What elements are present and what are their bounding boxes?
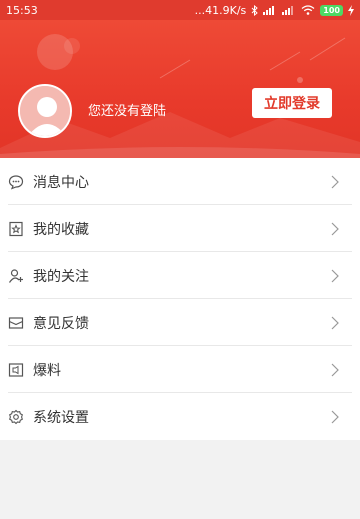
menu-item-settings[interactable]: 系统设置 — [0, 393, 360, 440]
feedback-mail-icon — [8, 315, 24, 331]
bookmark-icon — [8, 221, 24, 237]
menu-item-feedback[interactable]: 意见反馈 — [0, 299, 360, 346]
login-button[interactable]: 立即登录 — [252, 88, 332, 118]
chevron-right-icon — [331, 316, 339, 329]
menu-item-label: 爆料 — [33, 362, 61, 379]
status-icons: ...41.9K/s 100 — [195, 4, 354, 17]
menu-item-label: 消息中心 — [33, 174, 89, 191]
status-bar: 15:53 ...41.9K/s 100 — [0, 0, 360, 20]
profile-header: 您还没有登陆 立即登录 — [0, 20, 360, 158]
chevron-right-icon — [331, 222, 339, 235]
follow-user-icon — [8, 268, 24, 284]
chevron-right-icon — [331, 410, 339, 423]
battery-icon: 100 — [320, 4, 343, 16]
chevron-right-icon — [331, 363, 339, 376]
menu-item-label: 我的收藏 — [33, 221, 89, 238]
menu-item-report[interactable]: 爆料 — [0, 346, 360, 393]
menu-item-following[interactable]: 我的关注 — [0, 252, 360, 299]
menu-item-favorites[interactable]: 我的收藏 — [0, 205, 360, 252]
wifi-icon — [301, 5, 315, 15]
status-time: 15:53 — [6, 3, 38, 17]
bluetooth-icon — [251, 4, 259, 16]
menu-item-label: 系统设置 — [33, 409, 89, 426]
login-hint-text[interactable]: 您还没有登陆 — [88, 100, 166, 119]
menu-item-label: 意见反馈 — [33, 315, 89, 332]
message-icon — [8, 174, 24, 190]
charging-icon — [348, 4, 354, 16]
chevron-right-icon — [331, 269, 339, 282]
network-speed: ...41.9K/s — [194, 3, 247, 17]
settings-gear-icon — [8, 409, 24, 425]
signal-icon-2 — [282, 6, 294, 15]
report-icon — [8, 362, 24, 378]
menu-item-label: 我的关注 — [33, 268, 89, 285]
menu-list: 消息中心 我的收藏 我的关注 意见反馈 爆料 系统设置 — [0, 158, 360, 440]
chevron-right-icon — [331, 175, 339, 188]
avatar[interactable] — [18, 84, 72, 138]
menu-item-messages[interactable]: 消息中心 — [0, 158, 360, 205]
signal-icon — [263, 6, 275, 15]
